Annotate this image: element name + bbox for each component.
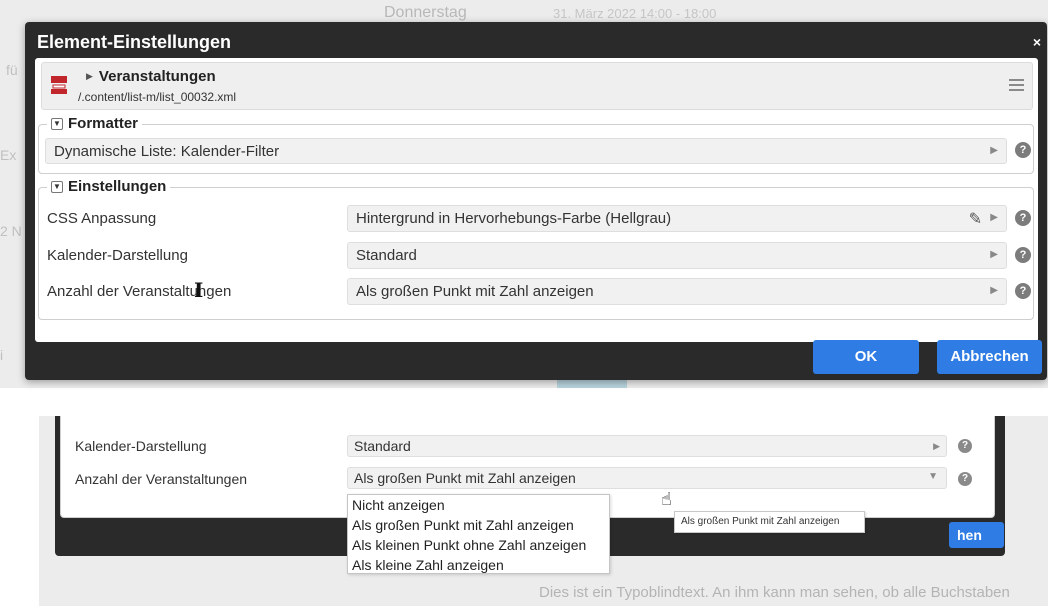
bg-day: Donnerstag [384,4,467,21]
help-icon[interactable]: ? [1015,142,1031,158]
help-icon[interactable]: ? [1015,283,1031,299]
chevron-right-icon: ▶ [933,441,940,451]
help-icon[interactable]: ? [1015,210,1031,226]
calendar-value: Standard [356,247,417,264]
ok-button[interactable]: OK [813,340,919,374]
bg-side-text: i [0,347,4,363]
css-value: Hintergrund in Hervorhebungs-Farbe (Hell… [356,210,672,227]
chevron-right-icon: ▶ [990,145,998,156]
help-icon[interactable]: ? [958,472,972,486]
bg-body-text: Dies ist ein Typoblindtext. An ihm kann … [539,584,1010,601]
dropdown-option[interactable]: Als kleine Zahl anzeigen [348,555,609,575]
css-label: CSS Anpassung [47,210,157,227]
list-resource-icon [51,76,67,94]
element-settings-dialog: Element-Einstellungen × ▶ Veranstaltungen… [25,22,1047,380]
count-select[interactable]: Als großen Punkt mit Zahl anzeigen ▼ [347,467,947,489]
pencil-icon[interactable]: ✎ [969,209,982,229]
formatter-section: ▼ Formatter Dynamische Liste: Kalender-F… [38,115,1034,174]
menu-icon[interactable] [1009,79,1024,92]
settings-legend-text: Einstellungen [68,178,167,195]
count-value: Als großen Punkt mit Zahl anzeigen [356,283,594,300]
resource-box: ▶ Veranstaltungen /.content/list-m/list_0… [41,62,1033,110]
expand-triangle-icon[interactable]: ▶ [86,71,93,81]
collapse-icon[interactable]: ▼ [51,180,63,193]
text-cursor-icon: I [194,278,204,302]
bg-side-text: Ex [0,147,17,163]
bg-side-text: fü [6,62,18,78]
count-select[interactable]: Als großen Punkt mit Zahl anzeigen ▶ [347,278,1007,305]
resource-title[interactable]: ▶ Veranstaltungen [86,68,216,85]
calendar-label: Kalender-Darstellung [47,247,188,264]
resource-path: /.content/list-m/list_00032.xml [78,90,237,104]
help-icon[interactable]: ? [958,439,972,453]
chevron-right-icon: ▶ [990,249,998,260]
count-label: Anzahl der Veranstaltungen [47,283,232,300]
chevron-down-icon: ▼ [928,471,938,482]
settings-legend[interactable]: ▼ Einstellungen [47,178,171,195]
dropdown-option[interactable]: Als kleinen Punkt ohne Zahl anzeigen [348,535,609,555]
cancel-button[interactable]: Abbrechen [937,340,1042,374]
bg-side-text: 2 N [0,223,22,239]
formatter-value: Dynamische Liste: Kalender-Filter [54,143,280,160]
chevron-right-icon: ▶ [990,212,998,223]
dropdown-option[interactable]: Als großen Punkt mit Zahl anzeigen [348,515,609,535]
close-icon[interactable]: × [1033,34,1041,50]
collapse-icon[interactable]: ▼ [51,117,63,130]
formatter-legend-text: Formatter [68,115,139,132]
hand-pointer-icon: ☝ [661,489,672,509]
formatter-legend[interactable]: ▼ Formatter [47,115,143,132]
zoomed-dropdown-view: Kalender-Darstellung Standard ▶ ? Anzahl… [39,416,1048,606]
help-icon[interactable]: ? [1015,247,1031,263]
count-value: Als großen Punkt mit Zahl anzeigen [354,470,576,486]
dialog-title: Element-Einstellungen [37,32,232,52]
calendar-label: Kalender-Darstellung [75,438,207,454]
chevron-right-icon: ▶ [990,285,998,296]
settings-section: ▼ Einstellungen CSS Anpassung Hintergrun… [38,178,1034,320]
formatter-select[interactable]: Dynamische Liste: Kalender-Filter ▶ [45,138,1007,164]
dropdown-list: Nicht anzeigen Als großen Punkt mit Zahl… [347,494,610,574]
count-label: Anzahl der Veranstaltungen [75,471,248,487]
dialog-body: ▶ Veranstaltungen /.content/list-m/list_0… [35,58,1038,342]
calendar-value: Standard [354,438,411,454]
bg-datetime: 31. März 2022 14:00 - 18:00 [553,6,717,21]
calendar-select[interactable]: Standard ▶ [347,435,947,457]
calendar-select[interactable]: Standard ▶ [347,242,1007,269]
resource-title-text: Veranstaltungen [98,68,216,85]
cancel-button-partial[interactable]: hen [949,522,1004,548]
css-select[interactable]: Hintergrund in Hervorhebungs-Farbe (Hell… [347,205,1007,232]
tooltip: Als großen Punkt mit Zahl anzeigen [674,511,865,533]
dropdown-option[interactable]: Nicht anzeigen [348,495,609,515]
